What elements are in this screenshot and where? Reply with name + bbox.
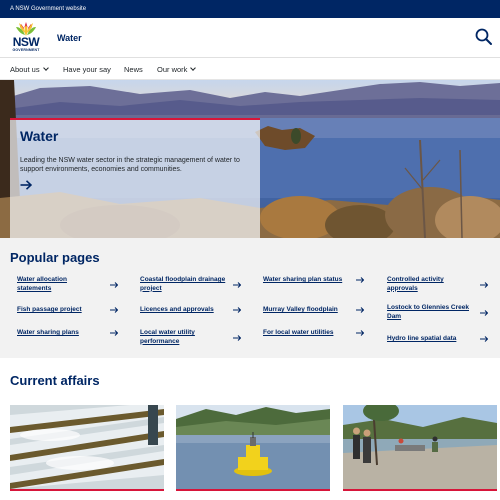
arrow-right-icon <box>480 309 488 316</box>
chevron-down-icon <box>190 65 197 71</box>
popular-link-label: For local water utilities <box>263 329 334 336</box>
arrow-right-icon <box>110 307 118 314</box>
card-image-lake-buoy <box>176 405 330 489</box>
government-banner-text: A NSW Government website <box>10 6 87 12</box>
nav-item-label: Have your say <box>63 65 111 74</box>
popular-link-label: Lostock to Glennies Creek Dam <box>387 304 469 320</box>
arrow-right-icon <box>110 330 118 337</box>
arrow-right-icon <box>480 281 488 288</box>
card-image-irrigation-channels <box>10 405 164 489</box>
card-accent-bar <box>10 489 164 491</box>
popular-link-label: Fish passage project <box>17 306 82 313</box>
popular-link-label: Licences and approvals <box>140 306 214 313</box>
popular-link-label: Local water utility performance <box>140 329 195 345</box>
popular-link-label: Controlled activity approvals <box>387 276 444 292</box>
chevron-down-icon <box>42 65 49 71</box>
hero-link[interactable] <box>20 180 32 190</box>
site-title[interactable]: Water <box>57 33 82 43</box>
nav-item-news[interactable]: News <box>124 65 143 74</box>
popular-link[interactable]: Licences and approvals <box>140 306 256 315</box>
card-accent-bar <box>343 489 497 491</box>
logo-subtext: GOVERNMENT <box>12 48 40 52</box>
nav-item-have-your-say[interactable]: Have your say <box>63 65 111 74</box>
nav-item-label: About us <box>10 65 40 74</box>
popular-link-label: Murray Valley floodplain <box>263 306 338 313</box>
main-navigation: About us Have your say News Our work <box>0 58 500 80</box>
hero-card: Water Leading the NSW water sector in th… <box>10 118 260 238</box>
popular-link[interactable]: Water sharing plan status <box>263 276 379 285</box>
nav-item-our-work[interactable]: Our work <box>157 65 197 74</box>
hero-title: Water <box>20 128 59 144</box>
popular-link[interactable]: Coastal floodplain drainage project <box>140 276 256 293</box>
popular-link[interactable]: Controlled activity approvals <box>387 276 500 293</box>
popular-link[interactable]: Water sharing plans <box>17 329 133 338</box>
arrow-right-icon <box>356 307 364 314</box>
logo-wordmark: NSW <box>12 35 40 49</box>
card-accent-bar <box>176 489 330 491</box>
popular-link[interactable]: Water allocation statements <box>17 276 133 293</box>
government-banner: A NSW Government website <box>0 0 500 18</box>
popular-link-label: Hydro line spatial data <box>387 335 457 342</box>
hero-banner: Water Leading the NSW water sector in th… <box>0 80 500 238</box>
popular-link[interactable]: Murray Valley floodplain <box>263 306 379 315</box>
news-card-site-visit[interactable] <box>343 405 497 500</box>
nav-item-label: Our work <box>157 65 188 74</box>
popular-link[interactable]: Local water utility performance <box>140 329 256 346</box>
hero-description: Leading the NSW water sector in the stra… <box>20 157 240 173</box>
arrow-right-icon <box>356 330 364 337</box>
news-card-buoy[interactable] <box>176 405 330 500</box>
popular-link[interactable]: Fish passage project <box>17 306 133 315</box>
popular-link-label: Water allocation statements <box>17 276 67 292</box>
site-header: NSW GOVERNMENT Water <box>0 18 500 58</box>
arrow-right-icon <box>233 334 241 341</box>
popular-link[interactable]: Lostock to Glennies Creek Dam <box>387 304 500 321</box>
popular-pages-section: Popular pages Water allocation statement… <box>0 238 500 358</box>
news-card-irrigation[interactable] <box>10 405 164 500</box>
current-affairs-title: Current affairs <box>10 373 100 388</box>
popular-link[interactable]: For local water utilities <box>263 329 379 338</box>
popular-pages-title: Popular pages <box>10 250 100 265</box>
arrow-right-icon <box>110 281 118 288</box>
search-button[interactable] <box>474 27 494 47</box>
nav-item-about-us[interactable]: About us <box>10 65 49 74</box>
popular-link-label: Water sharing plans <box>17 329 79 336</box>
popular-link-label: Water sharing plan status <box>263 276 343 283</box>
nsw-logo[interactable]: NSW GOVERNMENT <box>10 21 42 55</box>
arrow-right-icon <box>356 277 364 284</box>
arrow-right-icon <box>233 307 241 314</box>
nav-item-label: News <box>124 65 143 74</box>
search-icon <box>475 28 492 45</box>
arrow-right-icon <box>20 180 32 190</box>
arrow-right-icon <box>233 281 241 288</box>
popular-link-label: Coastal floodplain drainage project <box>140 276 226 292</box>
arrow-right-icon <box>480 336 488 343</box>
popular-link[interactable]: Hydro line spatial data <box>387 335 500 344</box>
card-image-river-site-visit <box>343 405 497 489</box>
